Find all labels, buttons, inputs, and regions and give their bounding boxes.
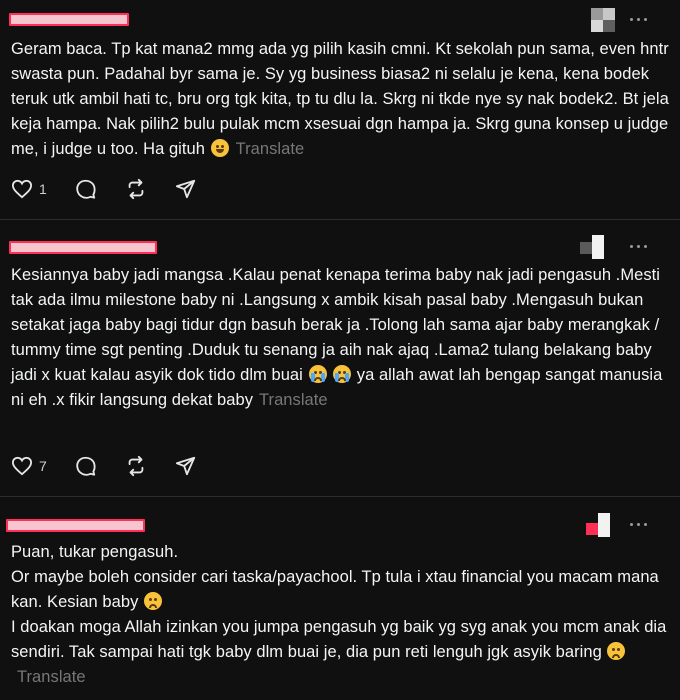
like-count: 7 bbox=[39, 458, 47, 474]
post-text-line: Or maybe boleh consider cari taska/payac… bbox=[11, 568, 664, 611]
share-button[interactable] bbox=[175, 455, 197, 477]
comment-icon bbox=[76, 179, 96, 199]
more-icon[interactable] bbox=[628, 240, 650, 254]
repost-icon bbox=[128, 455, 144, 477]
translate-link[interactable]: Translate bbox=[259, 391, 328, 409]
share-icon bbox=[175, 179, 195, 199]
more-icon[interactable] bbox=[628, 13, 650, 27]
like-count: 1 bbox=[39, 181, 47, 197]
avatar-thumbnail[interactable] bbox=[591, 8, 615, 32]
post-body: Puan, tukar pengasuh. Or maybe boleh con… bbox=[11, 540, 673, 690]
share-icon bbox=[175, 456, 195, 476]
sad-face-icon bbox=[607, 642, 626, 660]
redacted-username bbox=[6, 519, 145, 532]
repost-icon bbox=[128, 178, 144, 200]
redacted-username bbox=[9, 241, 157, 254]
repost-button[interactable] bbox=[125, 455, 147, 477]
post-1: Geram baca. Tp kat mana2 mmg ada yg pili… bbox=[0, 0, 680, 220]
sad-face-icon bbox=[144, 592, 163, 610]
avatar-thumbnail[interactable] bbox=[580, 235, 604, 259]
post-3: Puan, tukar pengasuh. Or maybe boleh con… bbox=[0, 497, 680, 700]
loudly-crying-icon bbox=[333, 365, 352, 383]
share-button[interactable] bbox=[175, 178, 197, 200]
post-text: Geram baca. Tp kat mana2 mmg ada yg pili… bbox=[11, 40, 674, 158]
heart-icon bbox=[11, 456, 33, 476]
action-bar: 1 bbox=[11, 176, 225, 202]
comment-button[interactable] bbox=[75, 455, 97, 477]
post-body: Kesiannya baby jadi mangsa .Kalau penat … bbox=[11, 263, 673, 413]
translate-link[interactable]: Translate bbox=[236, 140, 305, 158]
post-body: Geram baca. Tp kat mana2 mmg ada yg pili… bbox=[11, 37, 673, 162]
post-text-line: I doakan moga Allah izinkan you jumpa pe… bbox=[11, 618, 672, 661]
translate-link[interactable]: Translate bbox=[17, 668, 86, 686]
post-text-line: Puan, tukar pengasuh. bbox=[11, 543, 179, 561]
avatar-thumbnail[interactable] bbox=[586, 513, 610, 537]
loudly-crying-icon bbox=[308, 365, 327, 383]
like-button[interactable]: 7 bbox=[11, 456, 47, 476]
repost-button[interactable] bbox=[125, 178, 147, 200]
action-bar: 7 bbox=[11, 453, 225, 479]
redacted-username bbox=[9, 13, 129, 26]
rolling-on-floor-laughing-icon bbox=[210, 139, 229, 157]
like-button[interactable]: 1 bbox=[11, 179, 47, 199]
comment-button[interactable] bbox=[75, 178, 97, 200]
comment-icon bbox=[76, 456, 96, 476]
more-icon[interactable] bbox=[628, 518, 650, 532]
post-2: Kesiannya baby jadi mangsa .Kalau penat … bbox=[0, 220, 680, 496]
heart-icon bbox=[11, 179, 33, 199]
